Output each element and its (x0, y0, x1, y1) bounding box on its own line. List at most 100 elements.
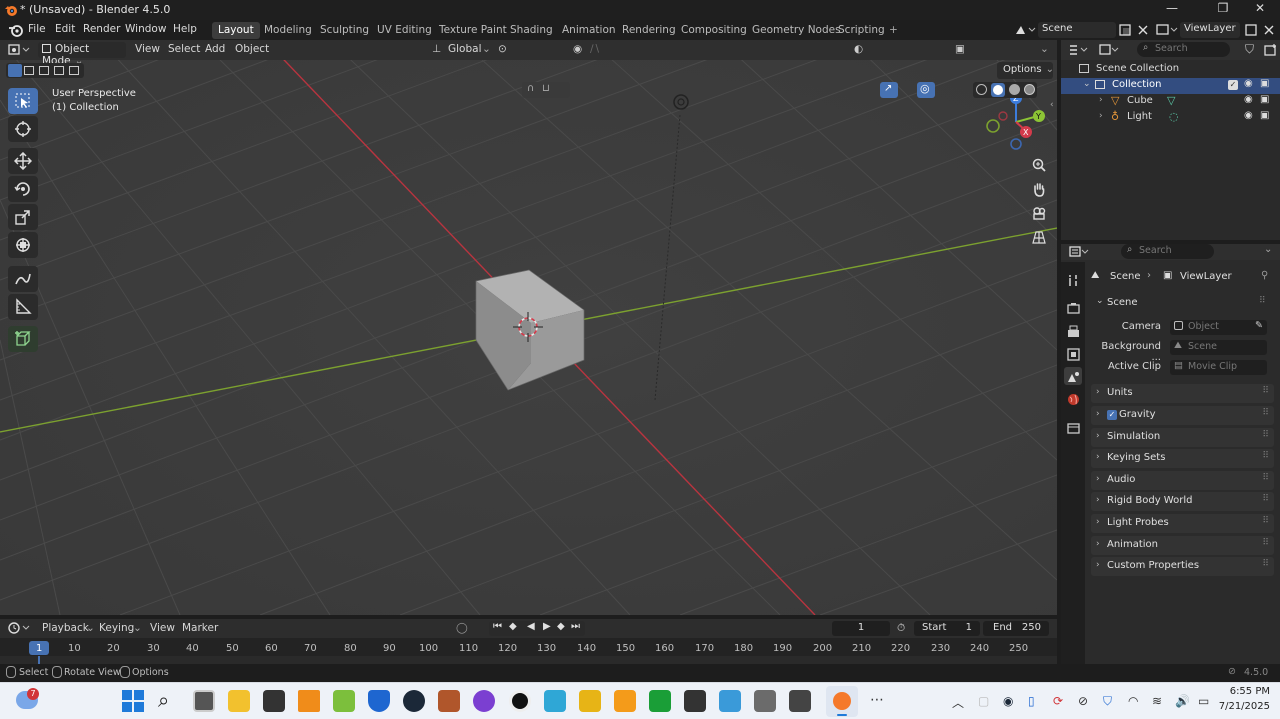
orientation-selector[interactable]: Global (448, 43, 482, 55)
new-collection-icon[interactable] (1264, 43, 1278, 57)
collection-checkbox[interactable]: ✓ (1228, 80, 1238, 90)
tab-output[interactable] (1064, 322, 1082, 340)
play-reverse-icon[interactable]: ◀ (527, 621, 535, 632)
timeline-editor-type-icon[interactable] (8, 621, 32, 635)
timeline-menu-marker[interactable]: Marker (182, 622, 218, 634)
tray-overflow-chevron-icon[interactable]: ︿ (952, 694, 964, 711)
app-te-icon[interactable] (649, 690, 671, 712)
clock-date[interactable]: 7/21/2025 (1214, 701, 1270, 712)
menu-help[interactable]: Help (173, 23, 197, 35)
search-taskbar-icon[interactable]: ⌕ (158, 688, 169, 712)
tool-add-cube[interactable] (8, 326, 38, 352)
drag-handle-icon[interactable]: ⠿ (1262, 559, 1269, 569)
collection-render-camera-icon[interactable]: ▣ (1260, 78, 1269, 89)
drag-handle-icon[interactable]: ⠿ (1262, 408, 1269, 418)
panel-gravity[interactable]: › ✓ Gravity ⠿ (1091, 406, 1274, 425)
tool-move[interactable] (8, 148, 38, 174)
tab-texture-paint[interactable]: Texture Paint (433, 22, 513, 39)
obs-record-icon[interactable] (509, 690, 531, 712)
sidebar-toggle-icon[interactable]: ‹ (1050, 100, 1054, 110)
tab-modeling[interactable]: Modeling (258, 22, 318, 39)
menu-window[interactable]: Window (125, 23, 166, 35)
audio-app-icon[interactable] (473, 690, 495, 712)
jump-to-keyframe-forward-icon[interactable]: ◆ (557, 621, 565, 632)
add-workspace-button[interactable]: + (883, 22, 904, 39)
tab-scripting[interactable]: Scripting (832, 22, 891, 39)
tool-annotate[interactable] (8, 266, 38, 292)
tray-sync-icon[interactable]: ⟳ (1053, 694, 1063, 708)
panel-rigid-body-world[interactable]: › Rigid Body World ⠿ (1091, 492, 1274, 511)
drag-handle-icon[interactable]: ⠿ (1262, 386, 1269, 396)
drag-handle-icon[interactable]: ⠿ (1262, 430, 1269, 440)
notepad-icon[interactable] (333, 690, 355, 712)
menu-file[interactable]: File (28, 23, 46, 35)
overlay-toggle[interactable]: ◎ (917, 82, 935, 98)
outliner-row-cube[interactable]: › ▽ Cube ▽ ◉ ▣ (1061, 94, 1280, 110)
pivot-point-icon[interactable]: ⊙ (498, 43, 507, 55)
stopwatch-icon[interactable]: ⏱ (897, 622, 905, 635)
light-render-camera-icon[interactable]: ▣ (1260, 110, 1269, 121)
eyedropper-icon[interactable]: ✎ (1255, 320, 1263, 331)
tray-steam-icon[interactable]: ◉ (1003, 694, 1013, 708)
viewport-menu-add[interactable]: Add (205, 43, 225, 55)
camera-view-icon[interactable] (1028, 202, 1050, 224)
file-explorer-icon[interactable] (228, 690, 250, 712)
shading-options-chevron-icon[interactable]: ⌄ (1040, 43, 1049, 55)
tab-sculpting[interactable]: Sculpting (314, 22, 375, 39)
gizmo-toggle[interactable]: ↗ (880, 82, 898, 98)
delete-viewlayer-icon[interactable] (1262, 23, 1276, 37)
app-vector-icon[interactable] (579, 690, 601, 712)
properties-search-input[interactable]: ⌕ Search (1121, 244, 1214, 259)
outliner-row-light[interactable]: › ♁ Light ◌ ◉ ▣ (1061, 110, 1280, 126)
drag-handle-icon[interactable]: ⠿ (1262, 473, 1269, 483)
tab-scene[interactable] (1064, 367, 1082, 385)
light-visibility-eye-icon[interactable]: ◉ (1244, 110, 1253, 121)
tray-wifi-icon[interactable]: ◠ (1128, 694, 1138, 708)
current-frame-field[interactable]: 1 (832, 621, 890, 636)
properties-editor-type-icon[interactable] (1069, 245, 1091, 259)
tool-measure[interactable] (8, 294, 38, 320)
start-frame-field[interactable]: Start 1 (914, 621, 980, 636)
tool-rotate[interactable] (8, 176, 38, 202)
light-data-icon[interactable]: ◌ (1169, 110, 1179, 123)
viewport-scene[interactable] (0, 40, 1057, 615)
drag-handle-icon[interactable]: ⠿ (1262, 538, 1269, 548)
tab-animation[interactable]: Animation (556, 22, 622, 39)
viewlayer-icon[interactable] (1156, 23, 1178, 37)
scene-selector[interactable]: Scene (1038, 22, 1116, 38)
tray-monitor-icon[interactable]: ▯ (1028, 694, 1035, 708)
tray-volume-icon[interactable]: 🔊 (1175, 694, 1190, 708)
tray-shield-icon[interactable]: ⛉ (1103, 694, 1112, 709)
drag-handle-icon[interactable]: ⠿ (1262, 494, 1269, 504)
tab-world[interactable] (1064, 390, 1082, 408)
gravity-checkbox[interactable]: ✓ (1107, 410, 1117, 420)
play-icon[interactable]: ▶ (543, 621, 551, 632)
viewport-menu-view[interactable]: View (135, 43, 160, 55)
maximize-button[interactable]: ❐ (1203, 1, 1243, 19)
tab-tool[interactable] (1064, 271, 1082, 289)
pan-hand-icon[interactable] (1028, 178, 1050, 200)
panel-custom-properties[interactable]: › Custom Properties ⠿ (1091, 557, 1274, 576)
timeline-menu-playback[interactable]: Playback (42, 622, 89, 634)
collection-visibility-eye-icon[interactable]: ◉ (1244, 78, 1253, 89)
scene-icon[interactable] (1014, 23, 1036, 37)
tab-rendering[interactable]: Rendering (616, 22, 682, 39)
tool-select-box[interactable] (8, 88, 38, 114)
tab-collection[interactable] (1064, 418, 1082, 436)
app-clapper-icon[interactable] (789, 690, 811, 712)
panel-animation[interactable]: › Animation ⠿ (1091, 536, 1274, 555)
pin-icon[interactable]: ⚲ (1261, 270, 1268, 281)
viewport-menu-object[interactable]: Object (235, 43, 269, 55)
tray-wifi-signal-icon[interactable]: ≋ (1152, 694, 1162, 708)
xray-icon[interactable]: ▣ (955, 43, 965, 55)
outliner-search-input[interactable]: ⌕ Search (1137, 42, 1230, 57)
outliner-row-scene-collection[interactable]: Scene Collection (1061, 62, 1280, 78)
steam-icon[interactable] (403, 690, 425, 712)
panel-keying-sets[interactable]: › Keying Sets ⠿ (1091, 449, 1274, 468)
expand-chevron-icon[interactable]: › (1099, 111, 1103, 121)
minimize-button[interactable]: — (1152, 1, 1192, 19)
drag-handle-icon[interactable]: ⠿ (1262, 451, 1269, 461)
visibility-icon[interactable]: ◐ (854, 43, 863, 55)
navigation-gizmo[interactable]: Z Y X (982, 92, 1050, 154)
jump-to-keyframe-back-icon[interactable]: ◆ (509, 621, 517, 632)
